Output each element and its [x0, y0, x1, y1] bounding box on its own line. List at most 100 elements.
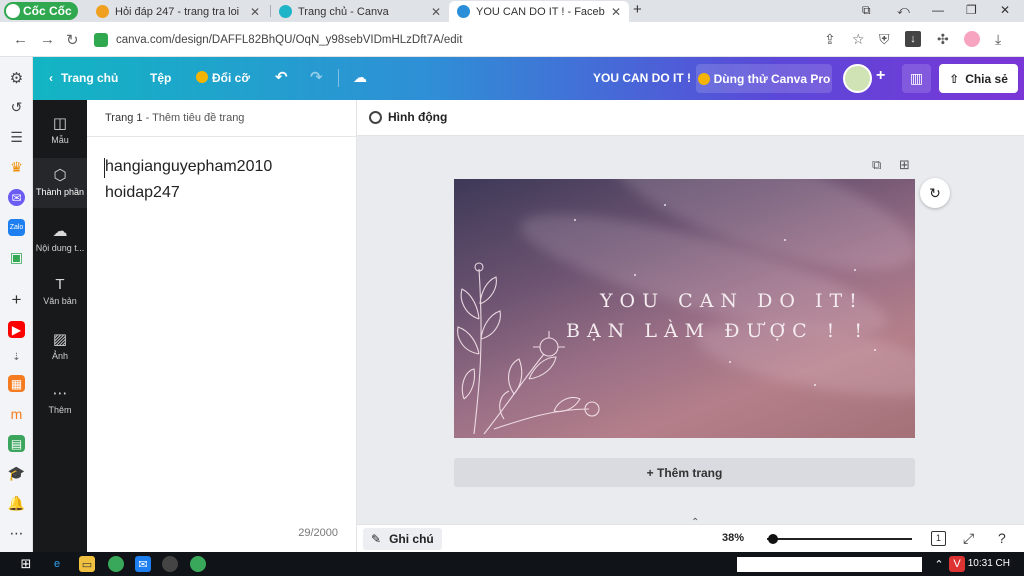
avatar[interactable]: [843, 64, 872, 93]
canva-header: ‹ Trang chủ Tệp Đổi cỡ ↶ ↷ ☁ YOU CAN DO I…: [33, 57, 1024, 100]
notes-text-line[interactable]: hoidap247: [105, 184, 180, 202]
back-arrow-icon[interactable]: ←: [13, 31, 28, 48]
notes-button[interactable]: ✎ Ghi chú: [363, 528, 442, 550]
forward-arrow-icon[interactable]: →: [40, 31, 55, 48]
tab-canva-home[interactable]: Trang chủ - Canva ✕: [271, 1, 449, 22]
download-small-icon[interactable]: ⇣: [8, 349, 25, 366]
notes-text-line[interactable]: hangianguyepham2010: [105, 158, 272, 176]
animate-button[interactable]: Hình động: [369, 110, 447, 124]
minimize-icon[interactable]: —: [932, 3, 944, 17]
add-page-button[interactable]: + Thêm trang: [454, 458, 915, 487]
design-page[interactable]: YOU CAN DO IT! BẠN LÀM ĐƯỢC ! !: [454, 179, 915, 438]
help-icon[interactable]: ?: [998, 530, 1006, 546]
fullscreen-icon[interactable]: ⤢: [963, 530, 974, 547]
file-menu[interactable]: Tệp: [150, 71, 171, 85]
page-count-button[interactable]: 1: [931, 531, 946, 546]
share-page-icon[interactable]: ⇪: [824, 31, 836, 48]
spreadsheet-icon[interactable]: ▤: [8, 435, 25, 452]
design-heading-line1[interactable]: YOU CAN DO IT!: [600, 290, 864, 312]
coccoc-window-icon[interactable]: [190, 556, 206, 572]
design-title[interactable]: YOU CAN DO IT !: [593, 71, 691, 85]
shop-m-icon[interactable]: m: [8, 405, 25, 422]
crown-icon[interactable]: ♛: [8, 159, 25, 176]
zoom-slider[interactable]: [767, 534, 912, 544]
clock[interactable]: 10:31 CH: [968, 558, 1010, 569]
tab-search-icon[interactable]: ⧉: [862, 3, 871, 18]
notification-bell-icon[interactable]: 🔔: [8, 495, 25, 512]
settings-gear-icon[interactable]: ⚙: [8, 69, 25, 87]
photo-icon: ▨: [52, 331, 68, 348]
side-item-text[interactable]: T Văn bản: [33, 270, 87, 316]
redo-icon[interactable]: ↷: [310, 68, 323, 86]
shopping-icon[interactable]: ▦: [8, 375, 25, 392]
more-dots-icon[interactable]: ⋯: [8, 525, 25, 542]
window-close-icon[interactable]: ✕: [1000, 3, 1010, 17]
zoom-slider-handle[interactable]: [767, 534, 778, 544]
tab-hoidap247[interactable]: Hỏi đáp 247 - trang tra loi ✕: [88, 1, 268, 22]
side-item-uploads[interactable]: ☁ Nội dung t...: [33, 216, 87, 262]
bookmark-star-icon[interactable]: ☆: [852, 31, 865, 48]
editor-toolbar: Hình động: [357, 100, 1024, 136]
zalo-icon[interactable]: Zalo: [8, 219, 25, 236]
try-pro-label: Dùng thử Canva Pro: [713, 71, 831, 86]
side-item-photos[interactable]: ▨ Ảnh: [33, 324, 87, 370]
notes-page-heading: Trang 1 - Thêm tiêu đề trang: [105, 112, 244, 124]
editor-bottom-bar: ✎ Ghi chú 38% 1 ⤢ ?: [357, 524, 1024, 552]
gamepad-icon[interactable]: ▣: [8, 249, 25, 266]
antivirus-icon[interactable]: V: [949, 556, 965, 572]
star: [784, 239, 786, 241]
share-button[interactable]: ⇧ Chia sẻ: [939, 64, 1018, 93]
side-item-more[interactable]: ⋯ Thêm: [33, 378, 87, 424]
browser-sidebar: ⚙ ↺ ☰ ♛ ✉ Zalo ▣ + ▶ ⇣ ▦ m ▤ 🎓 🔔 ⋯: [0, 57, 33, 552]
profile-pig-icon[interactable]: [964, 31, 980, 47]
education-cap-icon[interactable]: 🎓: [8, 465, 25, 482]
shield-icon[interactable]: ⛨: [879, 31, 890, 48]
tab-close-icon[interactable]: ✕: [611, 5, 621, 19]
history-icon[interactable]: ↺: [8, 99, 25, 116]
chevron-left-icon: ‹: [49, 71, 53, 85]
taskbar-search-field[interactable]: [737, 557, 922, 572]
app-taskbar-icon[interactable]: [162, 556, 178, 572]
back-sync-icon[interactable]: ⤺: [897, 3, 910, 18]
add-collaborator-icon[interactable]: +: [876, 67, 885, 85]
edge-browser-icon[interactable]: e: [49, 556, 65, 572]
cloud-save-icon[interactable]: ☁: [353, 69, 367, 86]
duplicate-page-icon[interactable]: ⧉: [872, 157, 881, 173]
extensions-puzzle-icon[interactable]: ✣: [937, 31, 949, 48]
browser-brand-button[interactable]: Cốc Cốc: [4, 2, 78, 20]
try-pro-button[interactable]: Dùng thử Canva Pro: [696, 64, 832, 93]
tab-design-active[interactable]: YOU CAN DO IT ! - Facebook ✕: [449, 1, 629, 22]
side-item-label: Nội dung t...: [35, 243, 85, 253]
design-heading-line2[interactable]: BẠN LÀM ĐƯỢC ! !: [566, 320, 869, 342]
undo-icon[interactable]: ↶: [275, 68, 288, 86]
star: [874, 349, 876, 351]
zoom-level[interactable]: 38%: [722, 532, 744, 544]
insights-chart-icon[interactable]: ▥: [902, 64, 931, 93]
url-field[interactable]: canva.com/design/DAFFL82BhQU/OqN_y98sebV…: [94, 28, 814, 51]
side-item-elements[interactable]: ⬡ Thành phần: [33, 158, 87, 208]
coccoc-taskbar-icon[interactable]: [108, 556, 124, 572]
reload-icon[interactable]: ↻: [66, 31, 79, 49]
add-sidebar-app-icon[interactable]: +: [8, 290, 25, 309]
tab-close-icon[interactable]: ✕: [250, 5, 260, 19]
downloads-icon[interactable]: ⤓: [995, 31, 1001, 48]
add-page-icon[interactable]: ⊞: [899, 157, 910, 173]
system-tray-icon[interactable]: ⌃: [931, 556, 947, 572]
download-video-icon[interactable]: ↓: [905, 31, 921, 47]
reading-list-icon[interactable]: ☰: [8, 129, 25, 146]
tab-title: YOU CAN DO IT ! - Facebook: [476, 5, 605, 18]
new-tab-button[interactable]: +: [633, 1, 642, 18]
windows-start-icon[interactable]: ⊞: [18, 556, 34, 572]
restore-icon[interactable]: ❐: [966, 3, 977, 17]
comment-add-icon[interactable]: ↻: [920, 178, 950, 208]
messenger-icon[interactable]: ✉: [8, 189, 25, 206]
tab-close-icon[interactable]: ✕: [431, 5, 441, 19]
side-item-templates[interactable]: ◫ Mẫu: [33, 108, 87, 154]
youtube-icon[interactable]: ▶: [8, 321, 25, 338]
page-title-field[interactable]: Thêm tiêu đề trang: [152, 112, 244, 124]
file-explorer-icon[interactable]: ▭: [79, 556, 95, 572]
home-link[interactable]: ‹ Trang chủ: [49, 71, 118, 85]
messenger-taskbar-icon[interactable]: ✉: [135, 556, 151, 572]
resize-button[interactable]: Đổi cỡ: [196, 71, 250, 85]
secure-lock-icon: [94, 32, 108, 47]
